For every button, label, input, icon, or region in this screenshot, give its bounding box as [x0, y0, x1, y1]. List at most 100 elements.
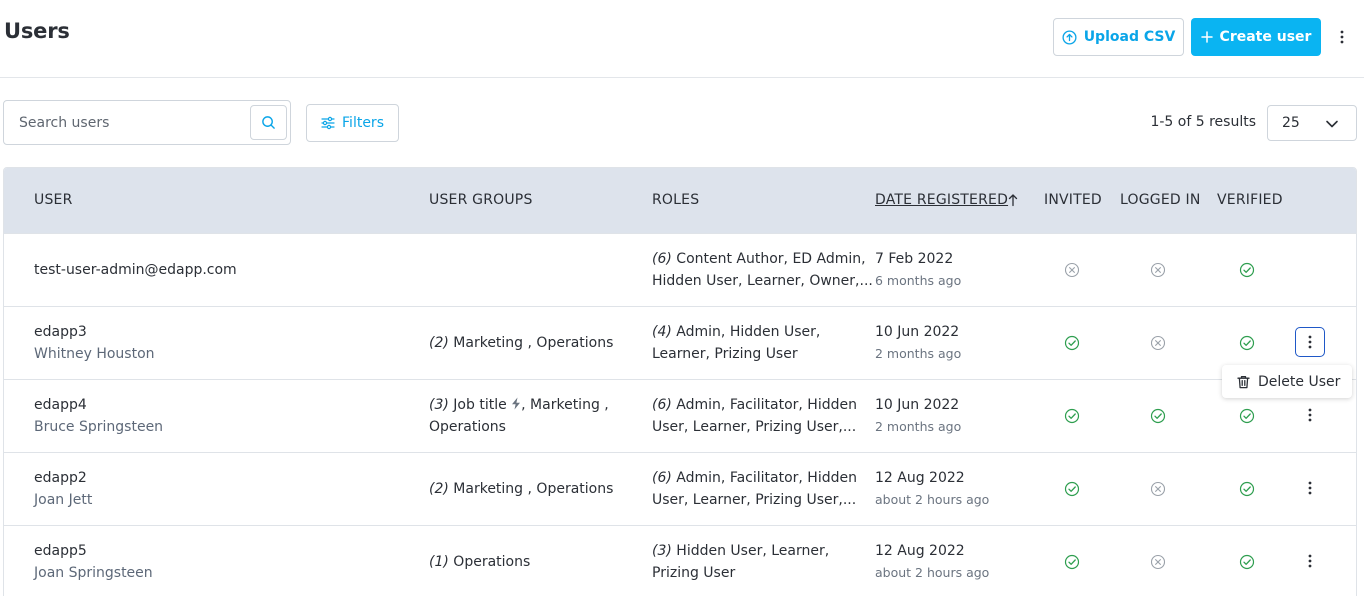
- column-header-roles: ROLES: [652, 192, 700, 208]
- x-circle-icon: [1150, 262, 1166, 278]
- check-circle-icon: [1239, 554, 1255, 570]
- table-header: USER USER GROUPS ROLES DATE REGISTERED I…: [4, 168, 1356, 234]
- groups-line: (2) Marketing , Operations: [429, 332, 613, 354]
- roles-text: Content Author, ED Admin,: [676, 251, 866, 267]
- table-row[interactable]: edapp3 Whitney Houston (2) Marketing , O…: [4, 306, 1356, 379]
- upload-csv-button[interactable]: Upload CSV: [1053, 18, 1184, 56]
- groups-text: Marketing , Operations: [453, 335, 614, 351]
- delete-user-label: Delete User: [1258, 373, 1341, 390]
- table-row[interactable]: edapp4 Bruce Springsteen (3) Job title ,…: [4, 379, 1356, 452]
- x-circle-icon: [1150, 481, 1166, 497]
- user-username: edapp4: [34, 397, 87, 413]
- check-circle-icon: [1064, 554, 1080, 570]
- column-header-user: USER: [34, 192, 73, 208]
- x-circle-icon: [1150, 335, 1166, 351]
- filters-button[interactable]: Filters: [306, 104, 399, 142]
- roles-line-2: Prizing User: [652, 565, 736, 581]
- groups-text: Job title: [453, 397, 507, 413]
- user-username: edapp3: [34, 324, 87, 340]
- user-username: edapp2: [34, 470, 87, 486]
- date-registered: 12 Aug 2022: [875, 543, 965, 559]
- search-icon: [262, 116, 275, 129]
- search-input[interactable]: [5, 102, 245, 143]
- check-circle-icon: [1239, 335, 1255, 351]
- roles-count: (6): [652, 470, 672, 486]
- arrow-up-icon[interactable]: [1007, 193, 1019, 207]
- search-box: [3, 100, 291, 145]
- page-title: Users: [4, 19, 70, 43]
- more-vertical-icon: [1308, 408, 1312, 422]
- table-row[interactable]: test-user-admin@edapp.com (6) Content Au…: [4, 233, 1356, 306]
- roles-line-2: User, Learner, Prizing User,...: [652, 419, 857, 435]
- roles-line-2: Learner, Prizing User: [652, 346, 798, 362]
- table-row[interactable]: edapp2 Joan Jett (2) Marketing , Operati…: [4, 452, 1356, 525]
- more-vertical-icon: [1308, 335, 1312, 349]
- row-actions-button[interactable]: [1295, 546, 1325, 576]
- roles-count: (3): [652, 543, 672, 559]
- date-relative: 2 months ago: [875, 419, 962, 434]
- header-more-button[interactable]: [1332, 25, 1352, 49]
- filters-label: Filters: [342, 115, 384, 131]
- create-user-button[interactable]: Create user: [1191, 18, 1321, 56]
- more-vertical-icon: [1308, 481, 1312, 495]
- roles-line: (6) Content Author, ED Admin,: [652, 248, 866, 270]
- date-relative: about 2 hours ago: [875, 492, 990, 507]
- roles-line-2: Hidden User, Learner, Owner,...: [652, 273, 873, 289]
- date-registered: 10 Jun 2022: [875, 324, 960, 340]
- date-relative: 2 months ago: [875, 346, 962, 361]
- check-circle-icon: [1239, 408, 1255, 424]
- upload-csv-label: Upload CSV: [1083, 29, 1176, 45]
- roles-text: Admin, Facilitator, Hidden: [676, 470, 857, 486]
- row-actions-button[interactable]: [1295, 473, 1325, 503]
- groups-count: (2): [429, 335, 449, 351]
- date-relative: 6 months ago: [875, 273, 962, 288]
- results-count: 1-5 of 5 results: [1150, 114, 1256, 130]
- groups-text-2: , Marketing ,: [521, 397, 609, 413]
- column-header-date-registered[interactable]: DATE REGISTERED: [875, 192, 1008, 208]
- trash-icon: [1237, 375, 1250, 388]
- groups-line-2: Operations: [429, 419, 506, 435]
- roles-line-2: User, Learner, Prizing User,...: [652, 492, 857, 508]
- plus-icon: [1200, 31, 1213, 43]
- date-registered: 10 Jun 2022: [875, 397, 960, 413]
- user-full-name: Joan Jett: [34, 492, 93, 508]
- date-registered: 12 Aug 2022: [875, 470, 965, 486]
- page-size-value: 25: [1282, 115, 1300, 131]
- column-header-logged-in: LOGGED IN: [1120, 192, 1201, 208]
- chevron-down-icon: [1326, 120, 1338, 128]
- page-header: Users Upload CSV Create user: [0, 0, 1364, 78]
- groups-line: (2) Marketing , Operations: [429, 478, 613, 500]
- groups-text: Operations: [453, 554, 531, 570]
- check-circle-icon: [1150, 408, 1166, 424]
- row-actions-button[interactable]: [1295, 400, 1325, 430]
- date-relative: about 2 hours ago: [875, 565, 990, 580]
- roles-count: (4): [652, 324, 672, 340]
- groups-line: (1) Operations: [429, 551, 530, 573]
- groups-count: (1): [429, 554, 449, 570]
- check-circle-icon: [1239, 481, 1255, 497]
- groups-text: Marketing , Operations: [453, 481, 614, 497]
- user-full-name: Bruce Springsteen: [34, 419, 164, 435]
- delete-user-menu-item[interactable]: Delete User: [1222, 365, 1352, 398]
- create-user-label: Create user: [1219, 29, 1312, 45]
- roles-text: Admin, Hidden User,: [676, 324, 821, 340]
- roles-line: (6) Admin, Facilitator, Hidden: [652, 467, 857, 489]
- user-full-name: Joan Springsteen: [34, 565, 153, 581]
- roles-line: (6) Admin, Facilitator, Hidden: [652, 394, 857, 416]
- users-table: USER USER GROUPS ROLES DATE REGISTERED I…: [3, 167, 1357, 596]
- roles-line: (4) Admin, Hidden User,: [652, 321, 820, 343]
- search-button[interactable]: [250, 105, 287, 140]
- roles-text: Hidden User, Learner,: [676, 543, 830, 559]
- groups-count: (2): [429, 481, 449, 497]
- roles-count: (6): [652, 397, 672, 413]
- table-row[interactable]: edapp5 Joan Springsteen (1) Operations (…: [4, 525, 1356, 596]
- user-full-name: Whitney Houston: [34, 346, 155, 362]
- column-header-invited: INVITED: [1044, 192, 1102, 208]
- user-username: test-user-admin@edapp.com: [34, 262, 237, 278]
- roles-line: (3) Hidden User, Learner,: [652, 540, 829, 562]
- check-circle-icon: [1064, 335, 1080, 351]
- more-vertical-icon: [1340, 30, 1344, 44]
- roles-text: Admin, Facilitator, Hidden: [676, 397, 857, 413]
- page-size-select[interactable]: 25: [1267, 105, 1357, 141]
- row-actions-button[interactable]: [1295, 327, 1325, 357]
